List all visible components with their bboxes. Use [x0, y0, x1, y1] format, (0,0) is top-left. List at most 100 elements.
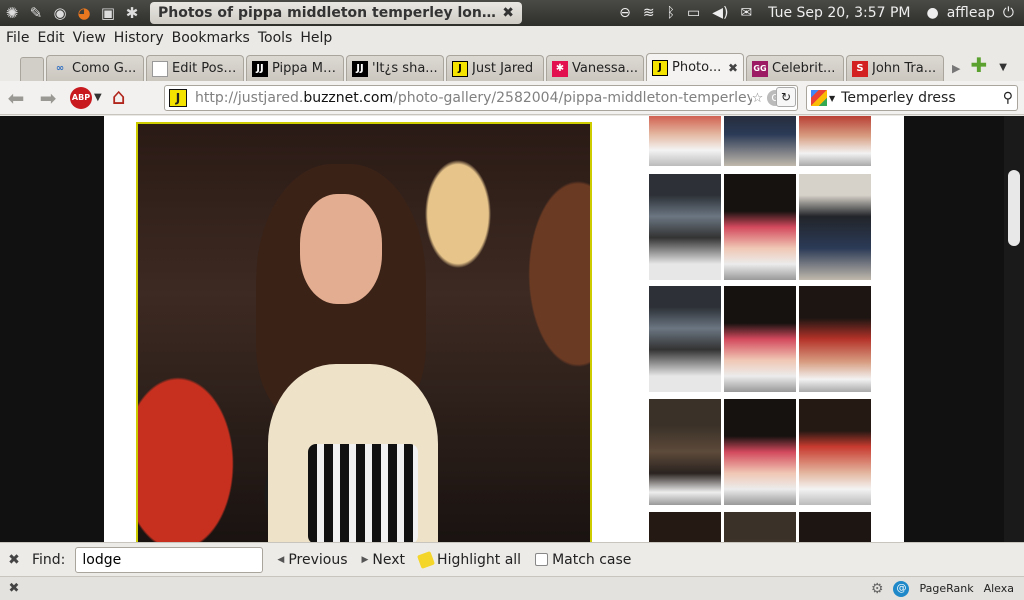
- find-previous-button[interactable]: ◀ Previous: [277, 552, 347, 568]
- menu-history[interactable]: History: [110, 30, 168, 46]
- menu-edit[interactable]: Edit: [33, 30, 68, 46]
- gallery-thumbnail[interactable]: [724, 512, 796, 542]
- tab-list-icon[interactable]: ▼: [999, 62, 1007, 73]
- gallery-thumbnail[interactable]: [649, 512, 721, 542]
- gallery-thumbnail[interactable]: [649, 286, 721, 392]
- page-scrollbar[interactable]: [1004, 116, 1024, 542]
- tab-como[interactable]: ∞ Como G...: [46, 55, 144, 81]
- tab-just-jared[interactable]: J Just Jared: [446, 55, 544, 81]
- search-magnifier-icon[interactable]: ⚲: [1003, 90, 1013, 106]
- gallery-thumbnail[interactable]: [649, 399, 721, 505]
- photo-face: [300, 194, 382, 304]
- gallery-thumbnail[interactable]: [724, 174, 796, 280]
- site-identity-icon[interactable]: J: [169, 89, 187, 107]
- mail-icon[interactable]: ✉: [736, 5, 756, 21]
- volume-icon[interactable]: ◀): [708, 5, 732, 21]
- highlight-all-button[interactable]: Highlight all: [417, 550, 522, 569]
- find-next-button[interactable]: ▶ Next: [362, 552, 406, 568]
- back-arrow-icon[interactable]: ⬅: [0, 84, 32, 112]
- alexa-label[interactable]: Alexa: [984, 582, 1014, 595]
- wifi-icon[interactable]: ≋: [639, 5, 659, 21]
- gallery-thumbnail[interactable]: [799, 512, 871, 542]
- tab-strip: ∞ Como G... Edit Post... JJ Pippa Mi... …: [0, 51, 1024, 81]
- gear-icon[interactable]: ⚙: [871, 581, 884, 597]
- active-window-title[interactable]: Photos of pippa middleton temperley lond…: [150, 2, 522, 24]
- gallery-thumbnail[interactable]: [799, 174, 871, 280]
- firefox-icon[interactable]: ◕: [72, 2, 96, 24]
- search-bar[interactable]: ▼ Temperley dress ⚲: [806, 85, 1018, 111]
- google-engine-icon[interactable]: [811, 90, 827, 106]
- settings-icon[interactable]: ✱: [120, 2, 144, 24]
- terminal-icon[interactable]: ▣: [96, 2, 120, 24]
- match-case-checkbox[interactable]: Match case: [535, 552, 631, 568]
- left-triangle-icon: ◀: [277, 554, 285, 565]
- pagerank-label[interactable]: PageRank: [919, 582, 973, 595]
- tab-its-sha[interactable]: JJ 'It¿s sha...: [346, 55, 444, 81]
- tab-label: Just Jared: [472, 61, 534, 76]
- asterisk-icon: ✱: [552, 60, 568, 77]
- gallery-page: [104, 116, 904, 542]
- bluetooth-icon[interactable]: ᛒ: [663, 5, 679, 21]
- tab-scroll-right-icon[interactable]: ▶: [952, 62, 960, 75]
- close-findbar-icon[interactable]: ✖: [0, 552, 28, 568]
- gallery-thumbnail[interactable]: [649, 174, 721, 280]
- menu-tools[interactable]: Tools: [254, 30, 297, 46]
- tab-label: Pippa Mi...: [272, 61, 338, 76]
- menu-file[interactable]: File: [2, 30, 33, 46]
- new-tab-icon[interactable]: ✚: [970, 53, 987, 77]
- find-input[interactable]: [75, 546, 264, 573]
- gallery-thumbnail[interactable]: [799, 116, 871, 166]
- tab-label: Edit Post...: [172, 61, 238, 76]
- battery-icon[interactable]: ▭: [683, 5, 704, 21]
- gallery-thumbnail[interactable]: [799, 399, 871, 505]
- main-gallery-photo[interactable]: [136, 122, 592, 542]
- match-case-label: Match case: [552, 551, 632, 568]
- tab-celebrity[interactable]: GG Celebrit...: [746, 55, 844, 81]
- url-bar[interactable]: J http://justjared.buzznet.com/photo-gal…: [164, 85, 798, 111]
- close-tab-icon[interactable]: ✖: [728, 61, 738, 75]
- checkbox-box[interactable]: [535, 553, 549, 566]
- minimize-icon[interactable]: ⊖: [615, 5, 635, 21]
- system-icon[interactable]: ◉: [48, 2, 72, 24]
- tab-vanessa[interactable]: ✱ Vanessa...: [546, 55, 644, 81]
- forward-arrow-icon[interactable]: ➡: [32, 84, 64, 112]
- just-jared-icon: J: [452, 60, 468, 77]
- gallery-thumbnail[interactable]: [724, 286, 796, 392]
- gallery-thumbnail[interactable]: [724, 116, 796, 166]
- s-icon: S: [852, 60, 868, 77]
- menu-help[interactable]: Help: [296, 30, 336, 46]
- ubuntu-logo-icon[interactable]: ✺: [0, 2, 24, 24]
- page-content: [0, 116, 1024, 542]
- tab-edit-post[interactable]: Edit Post...: [146, 55, 244, 81]
- tab-label: 'It¿s sha...: [372, 61, 438, 76]
- close-window-icon[interactable]: ✖: [502, 5, 514, 21]
- gallery-thumbnail[interactable]: [724, 399, 796, 505]
- user-icon[interactable]: ●: [923, 5, 943, 21]
- adblock-plus-icon[interactable]: ABP: [70, 86, 92, 109]
- clock[interactable]: Tue Sep 20, 3:57 PM: [760, 5, 918, 21]
- highlight-all-label: Highlight all: [437, 551, 522, 568]
- reload-icon[interactable]: ↻: [776, 87, 796, 107]
- power-icon[interactable]: ⏻: [999, 5, 1018, 21]
- text-editor-icon[interactable]: ✎: [24, 2, 48, 24]
- photo-dress-print: [308, 444, 418, 542]
- tab-label: John Tra...: [872, 61, 937, 76]
- search-input[interactable]: Temperley dress: [841, 90, 1003, 106]
- adblock-dropdown-icon[interactable]: ▼: [94, 92, 102, 103]
- tab-john-travolta[interactable]: S John Tra...: [846, 55, 944, 81]
- menu-view[interactable]: View: [69, 30, 110, 46]
- alexa-at-icon[interactable]: @: [893, 580, 910, 597]
- scrollbar-thumb[interactable]: [1008, 170, 1020, 246]
- close-statusbar-icon[interactable]: ✖: [0, 581, 28, 596]
- gallery-thumbnail[interactable]: [649, 116, 721, 166]
- url-text[interactable]: http://justjared.buzznet.com/photo-galle…: [195, 90, 752, 106]
- user-name[interactable]: affleap: [947, 5, 995, 21]
- search-engine-dropdown-icon[interactable]: ▼: [829, 94, 835, 103]
- gallery-thumbnail[interactable]: [799, 286, 871, 392]
- bookmark-star-icon[interactable]: ☆: [752, 91, 764, 106]
- menu-bookmarks[interactable]: Bookmarks: [168, 30, 254, 46]
- home-icon[interactable]: ⌂: [112, 85, 126, 110]
- tab-pinned[interactable]: [20, 57, 44, 81]
- tab-photo-active[interactable]: J Photo... ✖: [646, 53, 744, 81]
- tab-pippa[interactable]: JJ Pippa Mi...: [246, 55, 344, 81]
